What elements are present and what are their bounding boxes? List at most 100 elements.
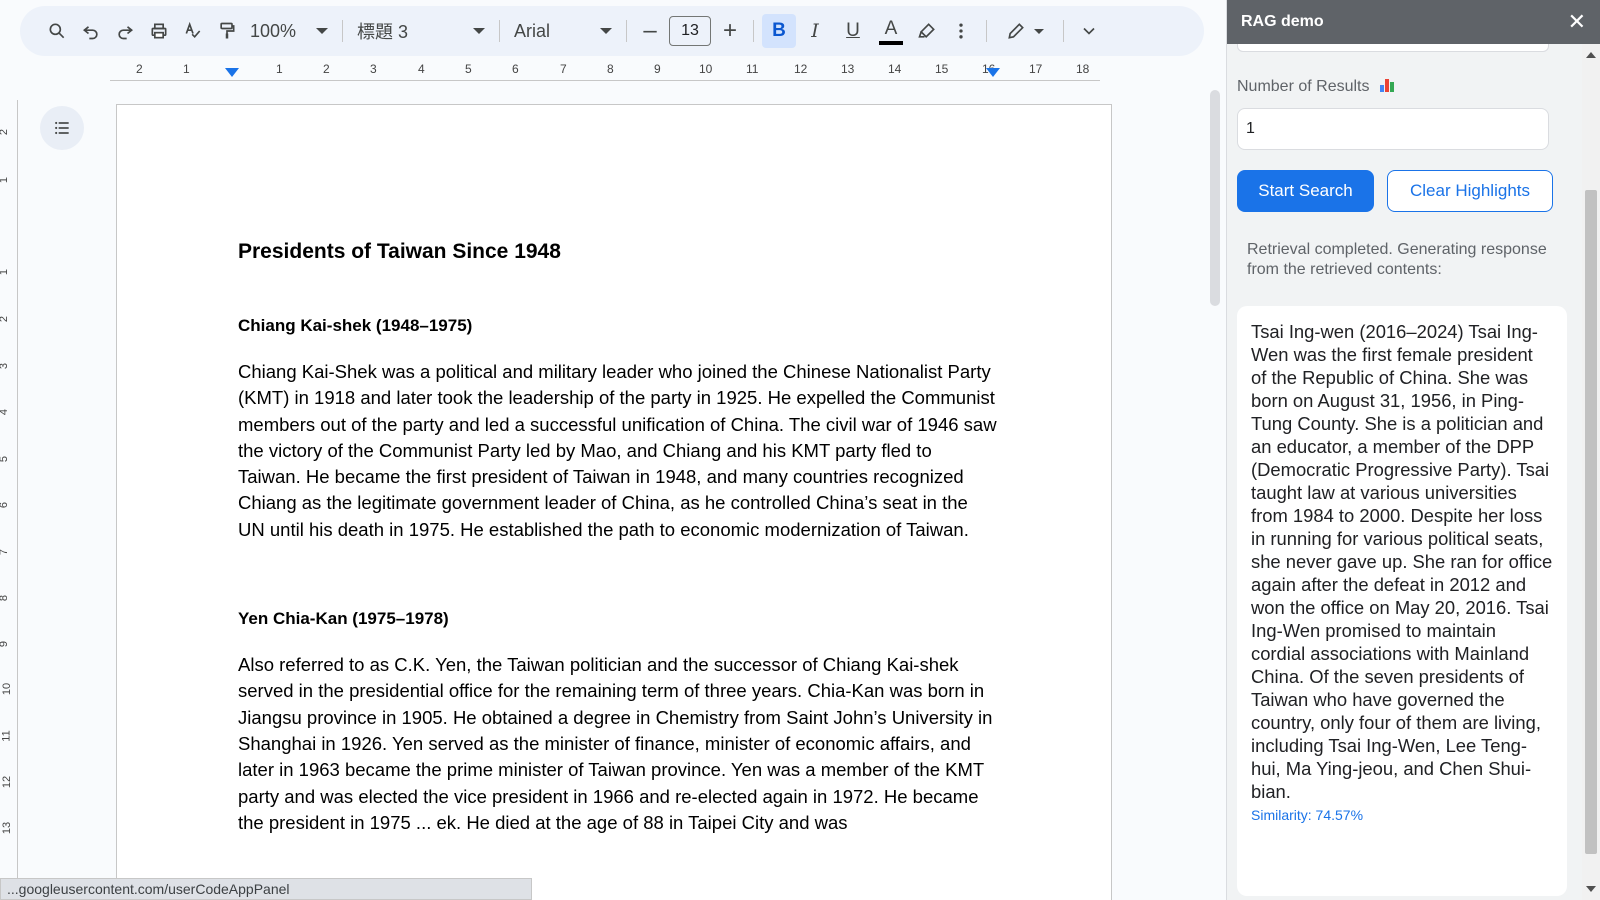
decrease-font-size-button[interactable]: –: [635, 15, 665, 47]
similarity-score: Similarity: 74.57%: [1251, 807, 1364, 823]
ruler-tick: 3: [0, 363, 10, 369]
chevron-down-icon: [473, 28, 485, 34]
section-heading: Yen Chia-Kan (1975–1978): [238, 609, 449, 629]
pen-icon: [1008, 23, 1024, 39]
ruler-tick: 1: [183, 62, 190, 76]
divider: [986, 20, 987, 42]
ruler-tick: 7: [560, 62, 567, 76]
italic-button[interactable]: I: [796, 15, 834, 47]
divider: [626, 20, 627, 42]
bar-chart-icon: [1379, 78, 1398, 92]
ruler-tick: 10: [699, 62, 713, 76]
ruler-tick: 9: [654, 62, 661, 76]
paragraph-style-value: 標題 3: [357, 22, 409, 42]
document-title: Presidents of Taiwan Since 1948: [238, 240, 561, 263]
search-icon[interactable]: [40, 15, 74, 47]
ruler-tick: 8: [0, 595, 10, 601]
left-indent-marker[interactable]: [225, 68, 239, 77]
sidebar-title: RAG demo: [1241, 13, 1324, 30]
sidebar-scrollbar[interactable]: [1582, 44, 1600, 900]
ruler-tick: 9: [0, 641, 10, 647]
ruler-tick: 1: [0, 269, 10, 275]
sidebar-header: RAG demo ✕: [1227, 0, 1600, 44]
ruler-tick: 1: [276, 62, 283, 76]
chevron-down-icon: [600, 28, 612, 34]
font-select[interactable]: Arial: [508, 15, 618, 47]
ruler-tick: 18: [1076, 62, 1090, 76]
ruler-tick: 14: [888, 62, 902, 76]
editing-mode-button[interactable]: [995, 15, 1055, 47]
ruler-tick: 17: [1029, 62, 1043, 76]
ruler-line: [110, 80, 1100, 81]
undo-icon[interactable]: [74, 15, 108, 47]
increase-font-size-button[interactable]: +: [715, 15, 745, 47]
start-search-button[interactable]: Start Search: [1237, 170, 1374, 212]
ruler-tick: 11: [746, 62, 759, 76]
paragraph-style-select[interactable]: 標題 3: [351, 15, 491, 47]
zoom-select[interactable]: 100%: [244, 15, 334, 47]
vertical-ruler[interactable]: 2 1 1 2 3 4 5 6 7 8 9 10 11 12 13: [0, 100, 18, 880]
clear-highlights-button[interactable]: Clear Highlights: [1387, 170, 1553, 212]
ruler-tick: 13: [841, 62, 855, 76]
horizontal-ruler[interactable]: 2 1 1 2 3 4 5 6 7 8 9 10 11 12 13 14 15 …: [110, 62, 1100, 84]
zoom-value: 100%: [250, 20, 297, 41]
document-outline-button[interactable]: [40, 106, 84, 150]
document-scrollbar[interactable]: [1210, 90, 1220, 306]
document-content[interactable]: Presidents of Taiwan Since 1948 Chiang K…: [238, 240, 998, 836]
redo-icon[interactable]: [108, 15, 142, 47]
divider: [342, 20, 343, 42]
scrollbar-thumb[interactable]: [1585, 190, 1597, 854]
ruler-tick: 6: [512, 62, 519, 76]
ruler-tick: 12: [794, 62, 808, 76]
section-paragraph: Chiang Kai-Shek was a political and mili…: [238, 361, 997, 540]
ruler-tick: 4: [418, 62, 425, 76]
status-message: Retrieval completed. Generating response…: [1247, 241, 1547, 278]
section-heading: Chiang Kai-shek (1948–1975): [238, 316, 473, 335]
status-url: ...googleusercontent.com/userCodeAppPane…: [0, 878, 532, 900]
font-value: Arial: [514, 20, 551, 41]
section-paragraph: Also referred to as C.K. Yen, the Taiwan…: [238, 654, 993, 833]
ruler-tick: 7: [0, 549, 10, 555]
ruler-tick: 2: [0, 129, 10, 135]
ruler-tick: 6: [0, 502, 10, 508]
results-count-input[interactable]: [1237, 108, 1549, 150]
paint-format-icon[interactable]: [210, 15, 244, 47]
ruler-tick: 2: [136, 62, 143, 76]
ruler-tick: 15: [935, 62, 949, 76]
ruler-tick: 11: [0, 730, 13, 742]
divider: [1063, 20, 1064, 42]
spellcheck-icon[interactable]: [176, 15, 210, 47]
highlighter-icon[interactable]: [910, 15, 944, 47]
outline-list-icon: [55, 121, 69, 135]
chevron-down-icon: [316, 28, 328, 34]
sidebar-body: Number of Results Start Search Clear Hig…: [1227, 44, 1583, 900]
more-vert-icon[interactable]: [944, 15, 978, 47]
scroll-down-arrow-icon[interactable]: [1586, 886, 1596, 892]
ruler-tick: 2: [0, 316, 10, 322]
ruler-tick: 10: [1, 682, 14, 696]
right-indent-marker[interactable]: [986, 68, 1000, 77]
print-icon[interactable]: [142, 15, 176, 47]
scroll-up-arrow-icon[interactable]: [1586, 52, 1596, 58]
ruler-tick: 13: [1, 821, 14, 835]
chevron-down-icon: [1034, 28, 1044, 34]
text-color-swatch: [879, 40, 903, 45]
document-page[interactable]: Presidents of Taiwan Since 1948 Chiang K…: [116, 104, 1112, 900]
result-text: Tsai Ing-wen (2016–2024) Tsai Ing-Wen wa…: [1251, 321, 1553, 802]
formatting-toolbar: 100% 標題 3 Arial – 13 + B I U A: [20, 6, 1204, 56]
underline-button[interactable]: U: [834, 15, 872, 47]
font-size-input[interactable]: 13: [669, 16, 711, 46]
rag-sidebar: RAG demo ✕ Number of Results Start Searc…: [1226, 0, 1600, 900]
bold-button[interactable]: B: [762, 14, 796, 48]
collapse-toolbar-icon[interactable]: [1072, 15, 1106, 47]
text-color-label: A: [884, 17, 898, 39]
close-icon[interactable]: ✕: [1568, 9, 1586, 35]
ruler-tick: 2: [323, 62, 330, 76]
text-color-button[interactable]: A: [872, 15, 910, 47]
ruler-tick: 3: [370, 62, 377, 76]
ruler-tick: 5: [0, 456, 10, 462]
query-field[interactable]: [1237, 44, 1549, 52]
results-count-label-text: Number of Results: [1237, 78, 1370, 95]
divider: [753, 20, 754, 42]
ruler-tick: 12: [1, 775, 14, 789]
